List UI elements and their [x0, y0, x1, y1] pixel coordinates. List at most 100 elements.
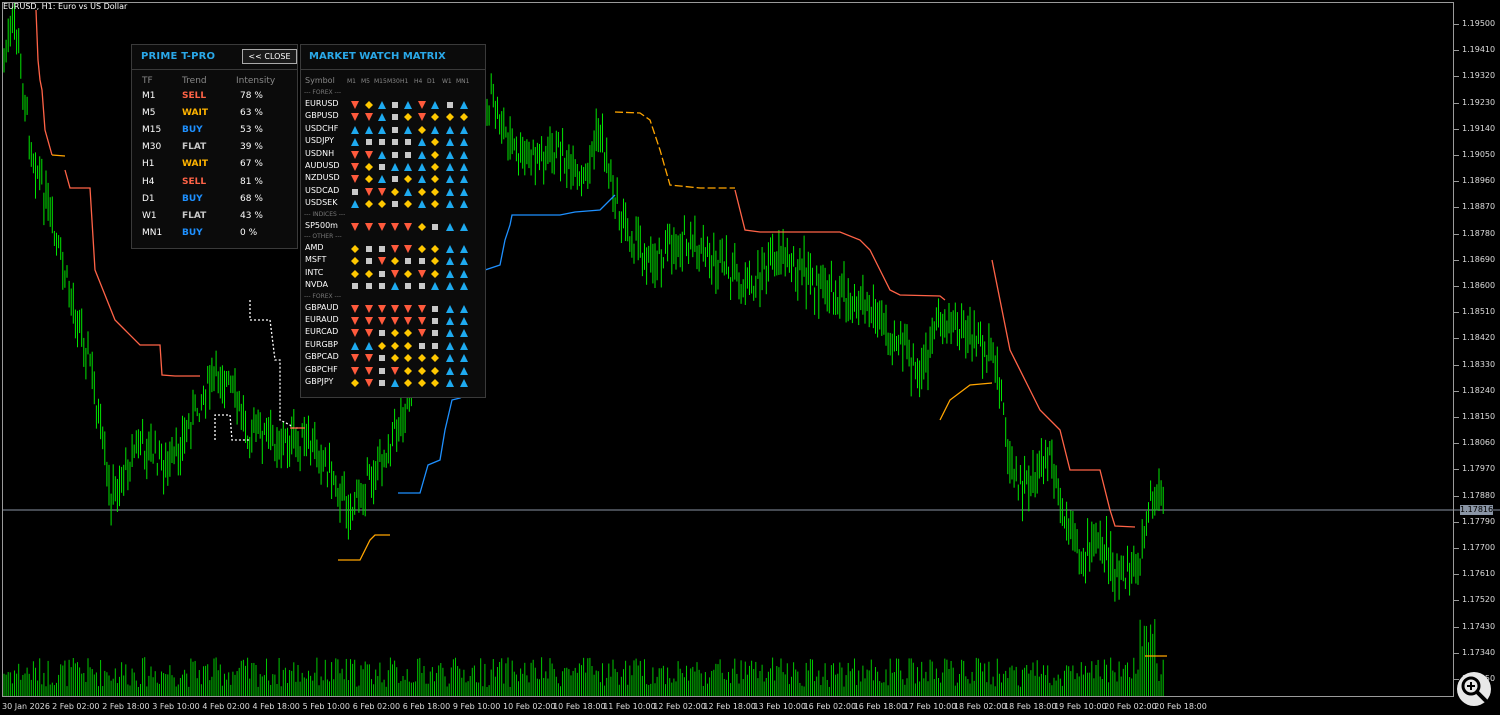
matrix-row[interactable]: EURUSD — [301, 99, 485, 111]
signal-flat-icon — [432, 318, 438, 324]
matrix-row[interactable]: EURAUD — [301, 315, 485, 327]
signal-wait-icon — [460, 113, 468, 122]
signal-down-icon — [418, 329, 426, 338]
signal-up-icon — [378, 150, 386, 159]
price-tick-label: 1.18690 — [1462, 254, 1496, 264]
price-tick-label: 1.17790 — [1462, 516, 1496, 526]
trend-value: FLAT — [182, 210, 207, 221]
signal-up-icon — [365, 125, 373, 134]
close-button[interactable]: << CLOSE — [242, 49, 297, 64]
signal-flat-icon — [379, 330, 385, 337]
trend-value: SELL — [182, 91, 207, 101]
time-tick-label: 20 Feb 18:00 — [1154, 702, 1207, 711]
matrix-timeframe-header: H1 — [400, 78, 409, 85]
signal-up-icon — [404, 187, 412, 196]
matrix-row[interactable]: MSFT — [301, 255, 485, 267]
matrix-symbol: MSFT — [305, 255, 327, 265]
signal-wait-icon — [418, 379, 426, 387]
signal-wait-icon — [431, 175, 439, 184]
signal-flat-icon — [419, 342, 425, 349]
signal-wait-icon — [431, 200, 439, 209]
signal-up-icon — [351, 138, 359, 147]
matrix-row[interactable]: EURCAD — [301, 327, 485, 339]
matrix-row[interactable]: GBPCAD — [301, 352, 485, 364]
signal-up-icon — [460, 150, 468, 159]
zoom-magnifier-icon[interactable] — [1457, 672, 1491, 706]
matrix-row[interactable]: GBPUSD — [301, 111, 485, 123]
price-tick-mark — [1454, 338, 1459, 340]
signal-wait-icon — [431, 150, 439, 159]
current-price-label: 1.17816 — [1460, 505, 1494, 515]
signal-down-icon — [378, 317, 386, 325]
signal-flat-icon — [366, 139, 372, 146]
matrix-row[interactable]: SP500m — [301, 221, 485, 233]
signal-up-icon — [351, 200, 359, 209]
signal-wait-icon — [431, 163, 439, 171]
matrix-timeframe-header: W1 — [442, 78, 452, 85]
signal-down-icon — [404, 304, 412, 313]
matrix-row[interactable]: AMD — [301, 243, 485, 255]
signal-down-icon — [365, 187, 373, 196]
matrix-row[interactable]: USDCAD — [301, 186, 485, 198]
matrix-row[interactable]: INTC — [301, 268, 485, 280]
signal-flat-icon — [366, 258, 372, 265]
matrix-row[interactable]: NVDA — [301, 280, 485, 292]
signal-down-icon — [351, 222, 359, 231]
matrix-timeframe-header: M30 — [387, 78, 400, 85]
signal-up-icon — [446, 138, 454, 147]
price-tick-mark — [1454, 443, 1459, 445]
signal-wait-icon — [351, 269, 359, 278]
matrix-symbol: GBPJPY — [305, 377, 334, 386]
price-tick-label: 1.18960 — [1462, 176, 1496, 186]
price-tick-mark — [1454, 259, 1459, 261]
matrix-panel-header: MARKET WATCH MATRIX — [301, 45, 485, 70]
price-tick-mark — [1454, 50, 1459, 52]
signal-wait-icon — [431, 269, 439, 278]
price-tick-label: 1.19410 — [1462, 45, 1496, 55]
matrix-row[interactable]: NZDUSD — [301, 173, 485, 185]
signal-flat-icon — [379, 283, 385, 290]
signal-wait-icon — [365, 269, 373, 278]
matrix-row[interactable]: GBPJPY — [301, 377, 485, 389]
indicator-line — [214, 414, 250, 441]
matrix-row[interactable]: GBPCHF — [301, 365, 485, 377]
matrix-row[interactable]: USDNH — [301, 149, 485, 161]
signal-up-icon — [391, 282, 399, 291]
signal-up-icon — [460, 304, 468, 313]
signal-wait-icon — [418, 222, 426, 231]
timeframe-label: MN1 — [142, 227, 163, 238]
signal-down-icon — [418, 101, 426, 109]
intensity-value: 53 % — [240, 125, 263, 136]
signal-up-icon — [418, 200, 426, 209]
indicator-line — [249, 300, 298, 429]
matrix-row[interactable]: USDCHF — [301, 124, 485, 136]
signal-wait-icon — [431, 354, 439, 363]
signal-down-icon — [391, 317, 399, 325]
trend-value: SELL — [182, 176, 207, 187]
signal-flat-icon — [379, 164, 385, 170]
intensity-value: 68 % — [240, 193, 263, 204]
timeframe-label: M30 — [142, 142, 162, 153]
signal-down-icon — [351, 175, 359, 184]
price-tick-label: 1.19140 — [1462, 123, 1496, 133]
matrix-row[interactable]: USDJPY — [301, 136, 485, 148]
matrix-row[interactable]: GBPAUD — [301, 303, 485, 315]
matrix-row[interactable]: USDSEK — [301, 198, 485, 210]
price-tick-label: 1.17520 — [1462, 595, 1496, 605]
matrix-row[interactable]: AUDUSD — [301, 161, 485, 173]
intensity-value: 39 % — [240, 142, 263, 153]
matrix-row[interactable]: EURGBP — [301, 340, 485, 352]
signal-down-icon — [404, 222, 412, 231]
signal-up-icon — [446, 317, 454, 325]
signal-up-icon — [378, 113, 386, 122]
price-tick-mark — [1454, 24, 1459, 25]
matrix-symbol: USDCAD — [305, 185, 340, 195]
signal-wait-icon — [431, 366, 439, 375]
signal-up-icon — [446, 222, 454, 231]
matrix-symbol: EURGBP — [305, 339, 338, 349]
price-tick-mark — [1454, 521, 1459, 523]
signal-up-icon — [446, 269, 454, 278]
intensity-value: 78 % — [240, 91, 263, 101]
indicator-line — [614, 111, 735, 189]
signal-up-icon — [404, 163, 412, 171]
